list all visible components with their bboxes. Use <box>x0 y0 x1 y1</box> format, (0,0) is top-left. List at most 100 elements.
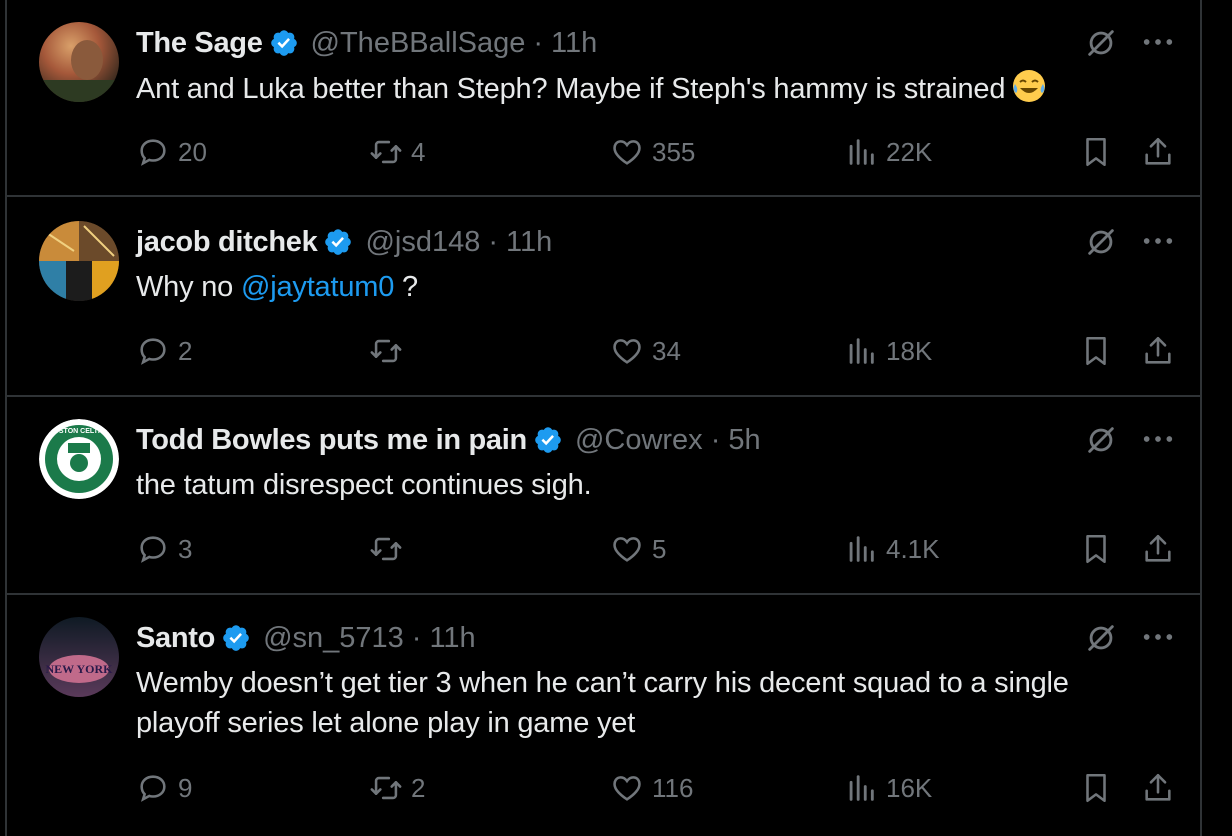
timestamp[interactable]: 5h <box>728 424 760 457</box>
bookmark-button[interactable] <box>1079 132 1121 172</box>
tweet-text-content: ? <box>394 271 418 303</box>
handle[interactable]: @sn_5713 <box>263 622 404 655</box>
like-button[interactable]: 355 <box>610 132 695 172</box>
tweet-text: Ant and Luka better than Steph? Maybe if… <box>136 68 1156 109</box>
grok-icon[interactable] <box>1084 225 1118 259</box>
share-button[interactable] <box>1141 331 1183 371</box>
share-icon <box>1141 532 1175 566</box>
like-button[interactable]: 5 <box>610 529 666 569</box>
reply-button[interactable]: 3 <box>136 529 192 569</box>
tweet-actions: 9 2 116 16K <box>136 768 1176 808</box>
reply-count: 2 <box>178 335 193 366</box>
timestamp[interactable]: 11h <box>429 622 475 655</box>
tweet-header: jacob ditchek @jsd148 · 11h <box>136 222 552 262</box>
like-icon <box>610 532 644 566</box>
reply-button[interactable]: 20 <box>136 132 207 172</box>
tweet-actions: 2 34 18K <box>136 331 1176 371</box>
reply-timeline: The Sage @TheBBallSage · 11h Ant and Luk… <box>5 0 1202 836</box>
verified-badge-icon <box>533 425 563 455</box>
tweet[interactable]: jacob ditchek @jsd148 · 11h Why no @jayt… <box>7 199 1200 397</box>
share-button[interactable] <box>1141 768 1183 808</box>
share-button[interactable] <box>1141 132 1183 172</box>
like-button[interactable]: 116 <box>610 768 693 808</box>
mention-link[interactable]: @jaytatum0 <box>241 271 394 303</box>
reply-button[interactable]: 9 <box>136 768 192 808</box>
tweet-text-content: Ant and Luka better than Steph? Maybe if… <box>136 73 1006 105</box>
separator: · <box>411 621 422 654</box>
more-icon[interactable] <box>1141 30 1175 54</box>
like-count: 116 <box>652 772 694 803</box>
bookmark-icon <box>1079 334 1113 368</box>
tweet[interactable]: The Sage @TheBBallSage · 11h Ant and Luk… <box>7 0 1200 197</box>
repost-icon <box>369 135 403 169</box>
reply-icon <box>136 135 170 169</box>
views-count: 4.1K <box>886 533 940 564</box>
views-button[interactable]: 4.1K <box>844 529 940 569</box>
like-button[interactable]: 34 <box>610 331 681 371</box>
repost-count: 4 <box>411 136 426 167</box>
views-icon <box>844 334 878 368</box>
more-icon[interactable] <box>1141 229 1175 253</box>
display-name[interactable]: The Sage <box>136 27 263 60</box>
repost-button[interactable] <box>369 529 411 569</box>
timestamp[interactable]: 11h <box>506 226 552 259</box>
verified-badge-icon <box>323 227 353 257</box>
repost-icon <box>369 334 403 368</box>
views-icon <box>844 532 878 566</box>
handle[interactable]: @Cowrex <box>575 424 703 457</box>
views-icon <box>844 771 878 805</box>
avatar-logo-text: BOSTON CELTICS <box>48 428 110 435</box>
display-name[interactable]: jacob ditchek <box>136 226 318 259</box>
bookmark-button[interactable] <box>1079 529 1121 569</box>
avatar[interactable]: NEW YORK <box>39 617 119 697</box>
like-icon <box>610 135 644 169</box>
share-icon <box>1141 334 1175 368</box>
like-count: 355 <box>652 136 696 167</box>
separator: · <box>488 225 499 258</box>
repost-button[interactable]: 4 <box>369 132 425 172</box>
views-button[interactable]: 16K <box>844 768 932 808</box>
more-icon[interactable] <box>1141 427 1175 451</box>
avatar[interactable]: BOSTON CELTICS <box>39 419 119 499</box>
timestamp[interactable]: 11h <box>551 27 597 60</box>
views-count: 16K <box>886 772 933 803</box>
tweet-text-content: Why no <box>136 271 241 303</box>
handle[interactable]: @TheBBallSage <box>311 27 526 60</box>
share-button[interactable] <box>1141 529 1183 569</box>
grok-icon[interactable] <box>1084 423 1118 457</box>
separator: · <box>710 423 721 456</box>
views-button[interactable]: 22K <box>844 132 932 172</box>
repost-count: 2 <box>411 772 426 803</box>
repost-button[interactable] <box>369 331 411 371</box>
avatar[interactable] <box>39 22 119 102</box>
tweet-header: The Sage @TheBBallSage · 11h <box>136 23 597 63</box>
display-name[interactable]: Santo <box>136 622 215 655</box>
grok-icon[interactable] <box>1084 621 1118 655</box>
display-name[interactable]: Todd Bowles puts me in pain <box>136 424 527 457</box>
bookmark-icon <box>1079 532 1113 566</box>
tweet[interactable]: BOSTON CELTICS Todd Bowles puts me in pa… <box>7 397 1200 595</box>
verified-badge-icon <box>269 28 299 58</box>
bookmark-icon <box>1079 771 1113 805</box>
reply-count: 9 <box>178 772 193 803</box>
bookmark-button[interactable] <box>1079 768 1121 808</box>
views-icon <box>844 135 878 169</box>
bookmark-icon <box>1079 135 1113 169</box>
reply-button[interactable]: 2 <box>136 331 192 371</box>
share-icon <box>1141 771 1175 805</box>
grok-icon[interactable] <box>1084 26 1118 60</box>
separator: · <box>533 26 544 59</box>
avatar[interactable] <box>39 221 119 301</box>
like-icon <box>610 334 644 368</box>
views-count: 18K <box>886 335 933 366</box>
more-icon[interactable] <box>1141 625 1175 649</box>
reply-icon <box>136 334 170 368</box>
views-button[interactable]: 18K <box>844 331 932 371</box>
tweet-text: Why no @jaytatum0 ? <box>136 267 1156 307</box>
verified-badge-icon <box>221 623 251 653</box>
repost-button[interactable]: 2 <box>369 768 425 808</box>
handle[interactable]: @jsd148 <box>365 226 480 259</box>
tweet-header: Santo @sn_5713 · 11h <box>136 618 476 658</box>
tweet[interactable]: NEW YORK Santo @sn_5713 · 11h Wemby does… <box>7 595 1200 836</box>
bookmark-button[interactable] <box>1079 331 1121 371</box>
